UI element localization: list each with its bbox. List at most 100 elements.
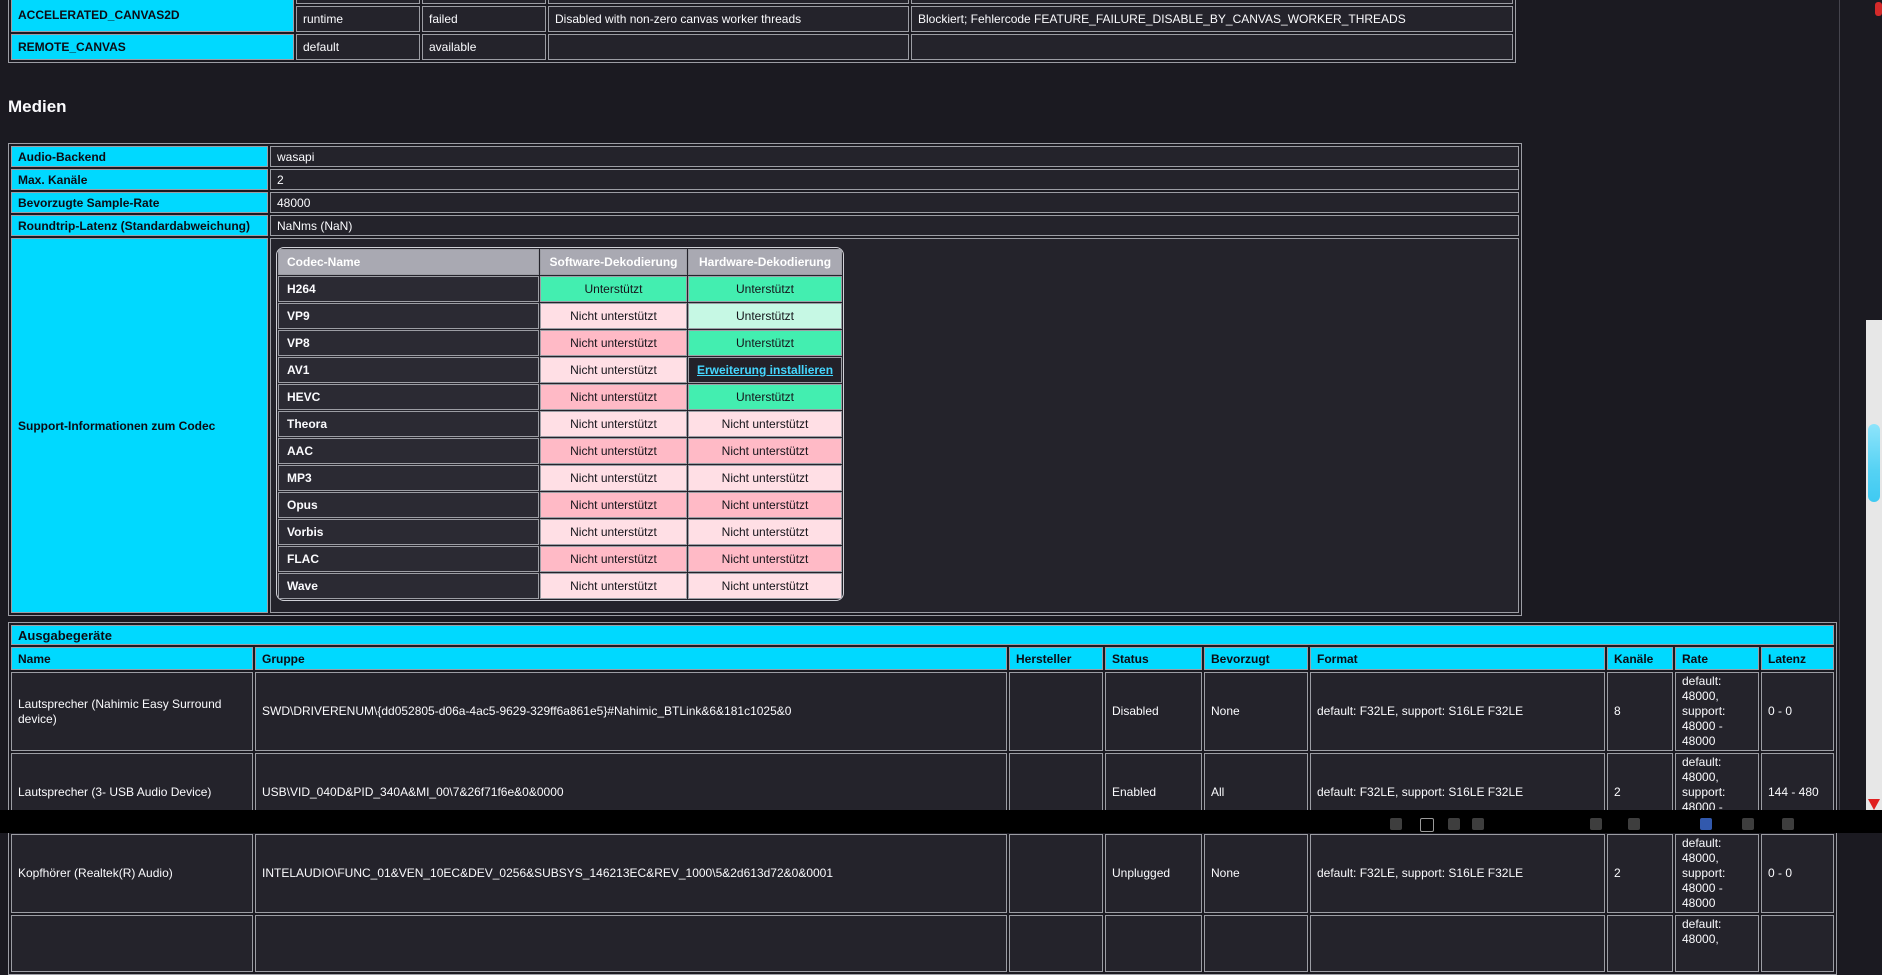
codec-support-cell: Nicht unterstützt	[688, 546, 842, 572]
scrollbar-track[interactable]	[1866, 320, 1882, 812]
media-value-cell: 48000	[270, 192, 1519, 213]
codec-name-header: Codec-Name	[278, 249, 539, 275]
device-preferred-cell	[1204, 915, 1308, 972]
feature-message-cell	[548, 0, 909, 4]
feature-failure-cell: Blockiert; Fehlercode FEATURE_FAILURE_DI…	[911, 6, 1513, 32]
device-name-cell: Kopfhörer (Realtek(R) Audio)	[11, 834, 253, 913]
codec-support-cell: Nicht unterstützt	[540, 546, 687, 572]
media-value-cell: wasapi	[270, 146, 1519, 167]
codec-support-cell: Nicht unterstützt	[540, 330, 687, 356]
install-extension-link[interactable]: Erweiterung installieren	[697, 363, 833, 377]
codec-support-table: Codec-Name Software-Dekodierung Hardware…	[277, 248, 843, 600]
tray-icon-3[interactable]	[1448, 818, 1460, 830]
codec-name-cell: VP8	[278, 330, 539, 356]
media-info-table: Audio-Backend wasapi Max. Kanäle 2 Bevor…	[8, 143, 1522, 616]
codec-support-cell: Nicht unterstützt	[540, 438, 687, 464]
tray-icon-4[interactable]	[1472, 818, 1484, 830]
col-status: Status	[1105, 647, 1202, 670]
tray-icon-1[interactable]	[1390, 818, 1402, 830]
codec-row: VP9Nicht unterstütztUnterstützt	[278, 303, 842, 329]
col-name: Name	[11, 647, 253, 670]
codec-support-label-cell: Support-Informationen zum Codec	[11, 238, 268, 613]
col-latenz: Latenz	[1761, 647, 1834, 670]
codec-support-cell: Unterstützt	[688, 384, 842, 410]
codec-row: VP8Nicht unterstütztUnterstützt	[278, 330, 842, 356]
output-devices-table: Ausgabegeräte Name Gruppe Hersteller Sta…	[8, 622, 1837, 975]
media-row: Roundtrip-Latenz (Standardabweichung) Na…	[11, 215, 1519, 236]
device-channels-cell	[1607, 915, 1673, 972]
codec-support-cell: Nicht unterstützt	[540, 411, 687, 437]
device-latency-cell: 0 - 0	[1761, 834, 1834, 913]
codec-name-cell: Theora	[278, 411, 539, 437]
device-name-cell: Lautsprecher (Nahimic Easy Surround devi…	[11, 672, 253, 751]
col-bevorzugt: Bevorzugt	[1204, 647, 1308, 670]
codec-name-cell: Wave	[278, 573, 539, 599]
media-label-cell: Max. Kanäle	[11, 169, 268, 190]
graphics-feature-table: ACCELERATED_CANVAS2D runtime failed Disa…	[8, 0, 1516, 63]
tray-icon-5[interactable]	[1590, 818, 1602, 830]
codec-support-cell: Unterstützt	[540, 276, 687, 302]
feature-type-cell: default	[296, 34, 420, 60]
device-channels-cell: 8	[1607, 672, 1673, 751]
feature-message-cell	[548, 34, 909, 60]
codec-support-cell: Unterstützt	[688, 330, 842, 356]
codec-row: H264UnterstütztUnterstützt	[278, 276, 842, 302]
output-devices-heading: Ausgabegeräte	[11, 625, 1834, 645]
codec-row: HEVCNicht unterstütztUnterstützt	[278, 384, 842, 410]
codec-name-cell: VP9	[278, 303, 539, 329]
col-gruppe: Gruppe	[255, 647, 1007, 670]
codec-support-cell: Nicht unterstützt	[540, 492, 687, 518]
codec-support-table-wrap: Codec-Name Software-Dekodierung Hardware…	[276, 247, 844, 601]
device-status-cell: Unplugged	[1105, 834, 1202, 913]
codec-support-cell: Nicht unterstützt	[540, 357, 687, 383]
device-status-cell: Disabled	[1105, 672, 1202, 751]
device-vendor-cell	[1009, 672, 1103, 751]
tray-icon-8[interactable]	[1742, 818, 1754, 830]
tray-icon-2[interactable]	[1420, 818, 1434, 832]
alert-triangle-icon	[1868, 799, 1880, 810]
codec-support-cell: Unterstützt	[688, 303, 842, 329]
tray-icon-7[interactable]	[1700, 818, 1712, 830]
media-label-cell: Bevorzugte Sample-Rate	[11, 192, 268, 213]
tray-icon-6[interactable]	[1628, 818, 1640, 830]
codec-support-cell: Erweiterung installieren	[688, 357, 842, 383]
feature-type-cell: runtime	[296, 6, 420, 32]
hardware-decoding-header: Hardware-Dekodierung	[688, 249, 842, 275]
codec-name-cell: Vorbis	[278, 519, 539, 545]
codec-row: OpusNicht unterstütztNicht unterstützt	[278, 492, 842, 518]
media-value-cell: NaNms (NaN)	[270, 215, 1519, 236]
feature-status-cell	[422, 0, 546, 4]
codec-support-cell: Nicht unterstützt	[688, 465, 842, 491]
codec-support-cell: Nicht unterstützt	[540, 384, 687, 410]
codec-support-cell: Nicht unterstützt	[688, 492, 842, 518]
codec-support-value-cell: Codec-Name Software-Dekodierung Hardware…	[270, 238, 1519, 613]
feature-type-cell	[296, 0, 420, 4]
codec-name-cell: HEVC	[278, 384, 539, 410]
codec-support-row: Support-Informationen zum Codec Codec-Na…	[11, 238, 1519, 613]
codec-support-cell: Unterstützt	[688, 276, 842, 302]
col-hersteller: Hersteller	[1009, 647, 1103, 670]
tray-icon-9[interactable]	[1782, 818, 1794, 830]
device-group-cell: SWD\DRIVERENUM\{dd052805-d06a-4ac5-9629-…	[255, 672, 1007, 751]
codec-row: AACNicht unterstütztNicht unterstützt	[278, 438, 842, 464]
codec-row: FLACNicht unterstütztNicht unterstützt	[278, 546, 842, 572]
media-row: Bevorzugte Sample-Rate 48000	[11, 192, 1519, 213]
codec-support-cell: Nicht unterstützt	[540, 465, 687, 491]
device-rate-cell: default: 48000, support: 48000 - 48000	[1675, 834, 1759, 913]
codec-row: TheoraNicht unterstütztNicht unterstützt	[278, 411, 842, 437]
feature-name-cell: ACCELERATED_CANVAS2D	[11, 0, 294, 32]
media-row: Audio-Backend wasapi	[11, 146, 1519, 167]
codec-name-cell: H264	[278, 276, 539, 302]
device-latency-cell: 0 - 0	[1761, 672, 1834, 751]
device-row: default: 48000,	[11, 915, 1834, 972]
windows-taskbar[interactable]	[0, 810, 1882, 833]
codec-row: MP3Nicht unterstütztNicht unterstützt	[278, 465, 842, 491]
content-edge-divider	[1839, 0, 1840, 810]
feature-row: REMOTE_CANVAS default available	[11, 34, 1513, 60]
scrollbar-thumb[interactable]	[1868, 424, 1880, 502]
output-devices-header-row: Name Gruppe Hersteller Status Bevorzugt …	[11, 647, 1834, 670]
feature-name-cell: REMOTE_CANVAS	[11, 34, 294, 60]
feature-status-cell: failed	[422, 6, 546, 32]
device-format-cell: default: F32LE, support: S16LE F32LE	[1310, 672, 1605, 751]
output-devices-band: Ausgabegeräte	[11, 625, 1834, 645]
